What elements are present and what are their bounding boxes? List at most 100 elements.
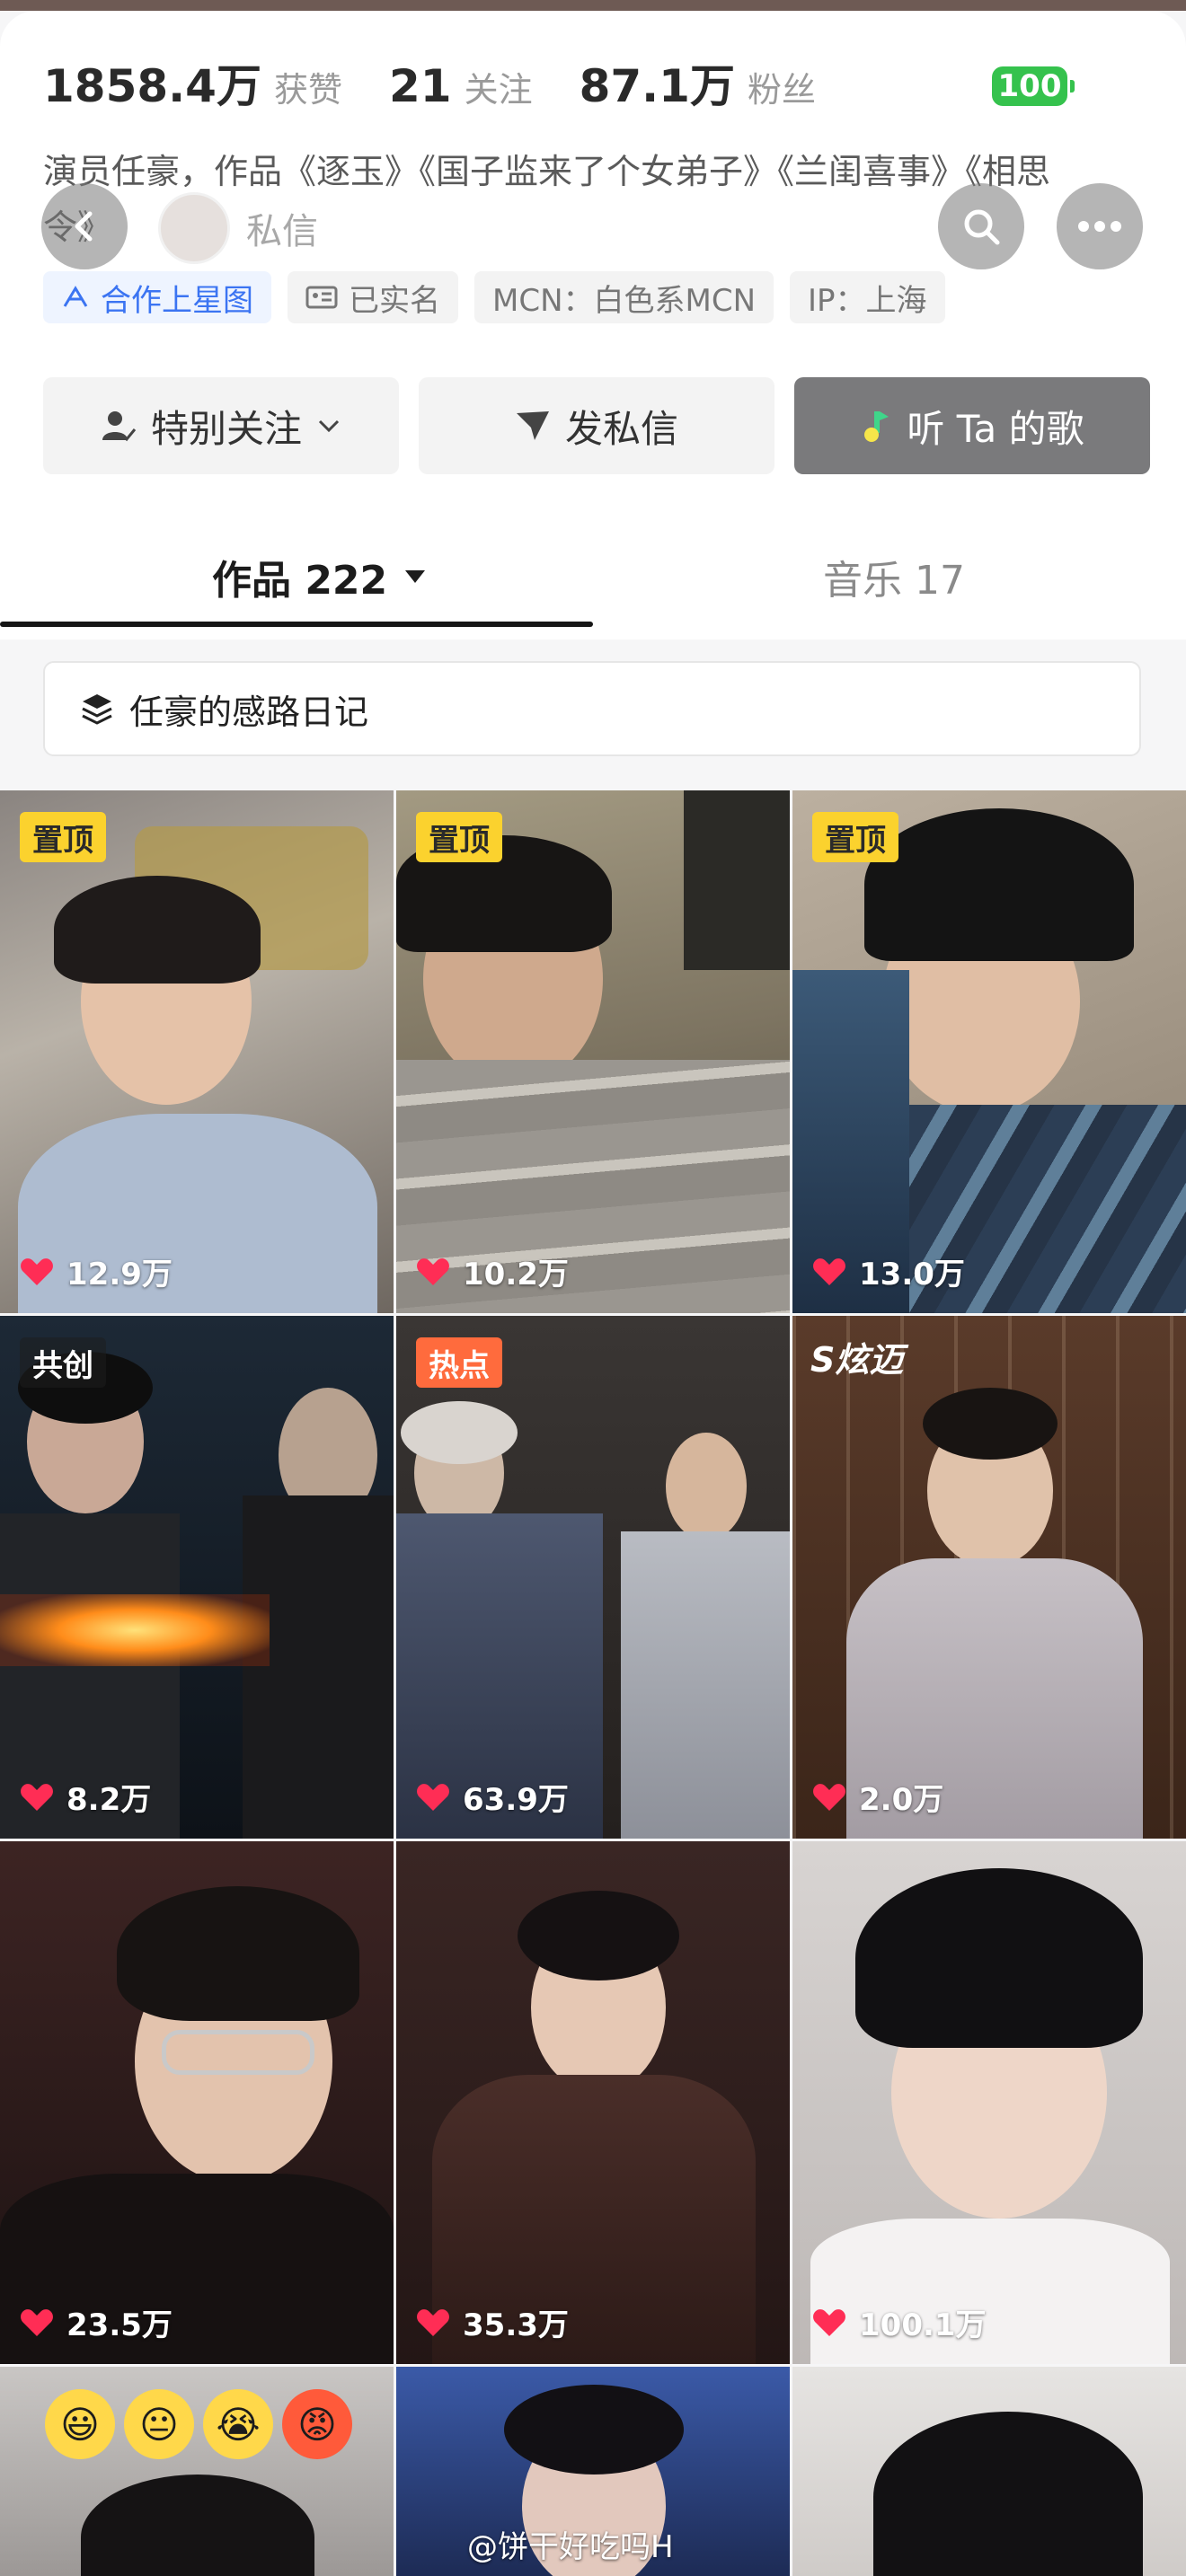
pinned-badge: 置顶 — [20, 812, 106, 862]
likes-count-label: 13.0万 — [859, 1257, 965, 1292]
avatar — [158, 192, 230, 264]
figure-hair — [54, 876, 261, 984]
mcn-tag[interactable]: MCN：白色系MCN — [474, 271, 774, 323]
ip-label: IP：上海 — [808, 282, 927, 319]
background-shape — [684, 790, 790, 970]
glasses — [162, 2030, 314, 2075]
emoji-crying[interactable]: 😭 — [203, 2389, 273, 2459]
fire-sword — [0, 1594, 270, 1666]
figure-hair — [855, 1868, 1143, 2048]
heart-icon — [813, 2308, 845, 2336]
profile-tags: 合作上星图 已实名 MCN：白色系MCN IP：上海 — [43, 271, 945, 323]
video-likes: 10.2万 — [416, 1249, 569, 1293]
listen-songs-button[interactable]: 听 Ta 的歌 — [794, 377, 1150, 474]
likes-count-label: 23.5万 — [66, 2307, 173, 2343]
likes-count-label: 12.9万 — [66, 1257, 173, 1292]
send-icon — [516, 411, 549, 440]
leather-jacket — [243, 1495, 394, 1839]
following-stat[interactable]: 21 关注 — [389, 60, 533, 112]
ip-tag: IP：上海 — [790, 271, 945, 323]
heart-icon — [21, 1783, 53, 1811]
video-item[interactable]: 35.3万 — [396, 1841, 790, 2364]
special-follow-button[interactable]: 特别关注 — [43, 377, 399, 474]
beanie-hat — [864, 808, 1134, 961]
action-buttons: 特别关注 发私信 听 Ta 的歌 — [43, 377, 1150, 474]
figure-hair — [81, 2475, 314, 2576]
layers-icon — [82, 694, 112, 725]
figure-hair — [117, 1886, 359, 2021]
likes-count-label: 8.2万 — [66, 1782, 152, 1818]
heart-icon — [417, 1783, 449, 1811]
private-message-button[interactable]: 私信 — [158, 192, 318, 264]
emoji-angry[interactable]: 😡 — [282, 2389, 352, 2459]
trending-badge: 热点 — [416, 1337, 502, 1388]
likes-count-label: 10.2万 — [463, 1257, 569, 1292]
send-message-label: 发私信 — [564, 406, 678, 451]
user-check-icon — [102, 411, 137, 442]
music-note-icon — [864, 411, 890, 442]
battery-icon: 100 — [992, 66, 1075, 106]
pinned-badge: 置顶 — [416, 812, 502, 862]
profile-stats: 1858.4万 获赞 21 关注 87.1万 粉丝 — [43, 50, 816, 115]
likes-stat[interactable]: 1858.4万 获赞 — [43, 50, 342, 115]
heart-icon — [813, 1783, 845, 1811]
id-card-icon — [305, 286, 338, 309]
tab-music[interactable]: 音乐 17 — [823, 548, 965, 605]
more-button[interactable] — [1057, 183, 1143, 269]
video-item[interactable] — [792, 2367, 1186, 2576]
co-created-badge: 共创 — [20, 1337, 106, 1388]
tab-works[interactable]: 作品 222 — [212, 548, 427, 605]
video-likes: 8.2万 — [20, 1775, 151, 1819]
star-map-label: 合作上星图 — [101, 282, 253, 319]
private-message-label: 私信 — [246, 211, 318, 252]
video-likes: 13.0万 — [812, 1249, 965, 1293]
verified-tag[interactable]: 已实名 — [288, 271, 458, 323]
figure-hair — [504, 2385, 684, 2475]
white-hair — [401, 1401, 518, 1464]
video-likes: 2.0万 — [812, 1775, 943, 1819]
video-likes: 35.3万 — [416, 2300, 569, 2344]
emoji-neutral[interactable]: 😐 — [124, 2389, 194, 2459]
video-item[interactable]: 共创 8.2万 — [0, 1316, 394, 1839]
heart-icon — [21, 1257, 53, 1285]
collection-title: 任豪的感路日记 — [129, 692, 369, 732]
chevron-down-icon — [318, 419, 340, 433]
fans-count: 87.1万 — [579, 60, 735, 112]
video-item[interactable]: 100.1万 — [792, 1841, 1186, 2364]
likes-count-label: 100.1万 — [859, 2307, 987, 2343]
heart-icon — [417, 2308, 449, 2336]
caret-down-icon — [405, 570, 426, 583]
video-item[interactable]: 置顶 12.9万 — [0, 790, 394, 1313]
video-item[interactable]: 置顶 13.0万 — [792, 790, 1186, 1313]
video-item[interactable]: 23.5万 — [0, 1841, 394, 2364]
figure-hair — [923, 1388, 1058, 1460]
following-label: 关注 — [464, 70, 533, 110]
video-item[interactable]: 热点 63.9万 — [396, 1316, 790, 1839]
video-item[interactable]: S炫迈 2.0万 — [792, 1316, 1186, 1839]
star-map-tag[interactable]: 合作上星图 — [43, 271, 271, 323]
video-likes: 23.5万 — [20, 2300, 173, 2344]
emoji-smile[interactable]: 😃 — [45, 2389, 115, 2459]
following-count: 21 — [388, 60, 452, 112]
video-item[interactable]: 置顶 10.2万 — [396, 790, 790, 1313]
likes-count: 1858.4万 — [43, 60, 261, 112]
fans-stat[interactable]: 87.1万 粉丝 — [580, 50, 816, 115]
likes-count-label: 35.3万 — [463, 2307, 569, 2343]
light-robe — [621, 1531, 790, 1839]
collection-bar[interactable]: 任豪的感路日记 — [43, 661, 1141, 756]
brand-overlay: S炫迈 — [810, 1340, 904, 1380]
back-button[interactable] — [41, 183, 128, 269]
back-arrow-icon — [75, 211, 93, 242]
send-message-button[interactable]: 发私信 — [419, 377, 774, 474]
top-strip — [0, 0, 1186, 11]
emoji-reactions: 😃 😐 😭 😡 — [45, 2389, 352, 2459]
fans-label: 粉丝 — [747, 70, 816, 110]
verified-label: 已实名 — [349, 282, 440, 319]
listen-songs-label: 听 Ta 的歌 — [907, 406, 1084, 451]
figure-hair — [873, 2412, 1143, 2576]
star-map-icon — [63, 286, 88, 307]
content-tabs: 作品 222 音乐 17 — [0, 503, 1186, 629]
search-button[interactable] — [938, 183, 1024, 269]
heart-icon — [21, 2308, 53, 2336]
pinned-badge: 置顶 — [812, 812, 898, 862]
